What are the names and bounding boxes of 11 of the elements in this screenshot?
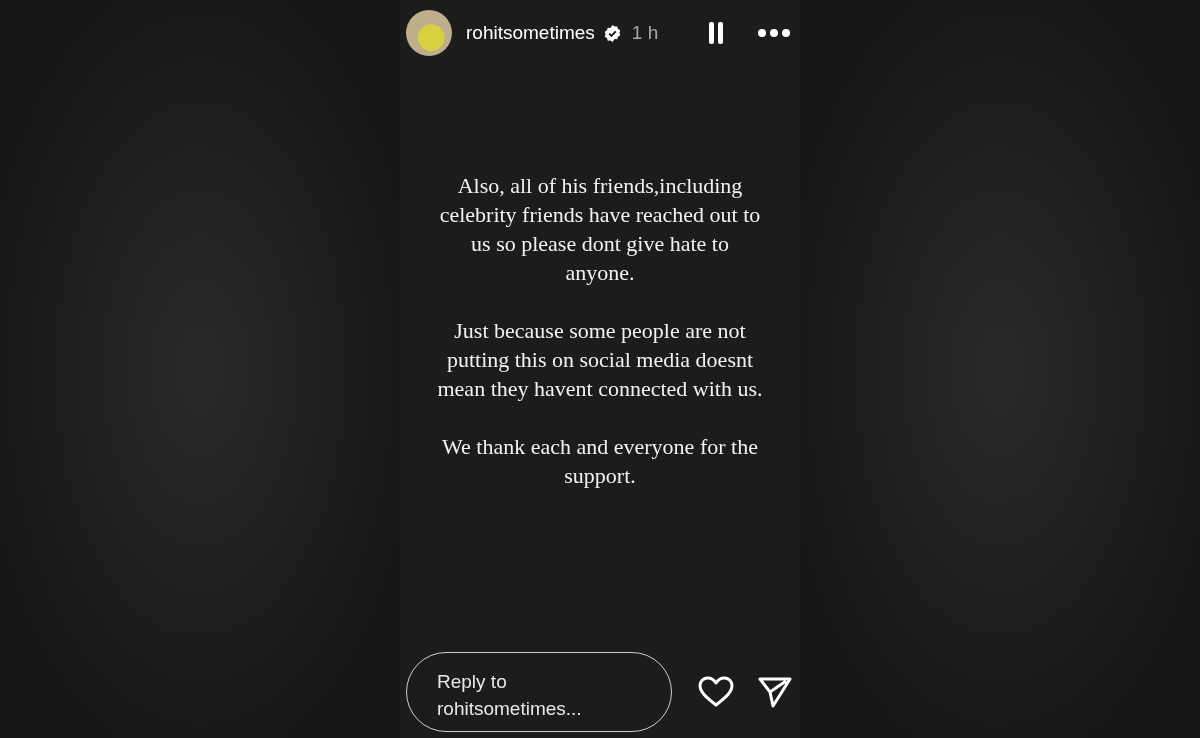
story-text: Just because some people are not putting this on social media doesnt mean they havent connected with us. <box>436 316 764 403</box>
post-time: 1 h <box>631 22 659 44</box>
avatar[interactable] <box>406 10 452 56</box>
reply-field[interactable]: Reply to rohitsometimes... <box>406 652 672 732</box>
username[interactable]: rohitsometimes <box>466 22 595 44</box>
send-icon[interactable] <box>758 676 792 708</box>
pause-icon[interactable] <box>708 22 724 44</box>
heart-icon[interactable] <box>698 676 734 708</box>
more-options-icon[interactable] <box>758 29 790 37</box>
story-text: Also, all of his friends,including celebrity friends have reached out to us so please dont give hate to anyone. <box>438 171 762 287</box>
story-text: We thank each and everyone for the support. <box>441 432 759 490</box>
